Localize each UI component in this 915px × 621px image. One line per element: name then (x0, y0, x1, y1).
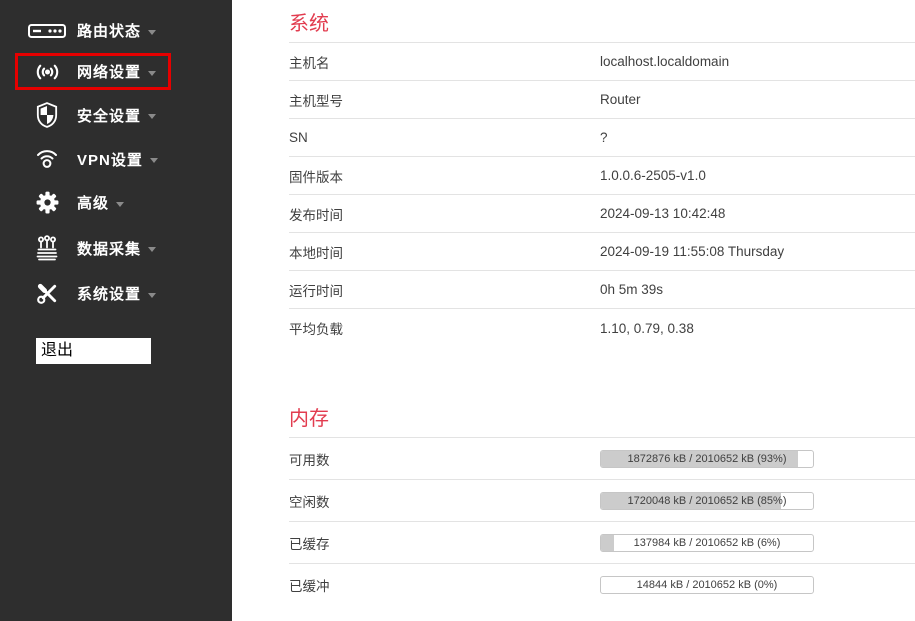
chevron-down-icon (148, 114, 156, 119)
logout-button[interactable]: 退出 (36, 338, 151, 364)
progressbar-text: 137984 kB / 2010652 kB (6%) (601, 535, 813, 551)
sidebar-item-label: VPN设置 (77, 149, 143, 170)
row-value: ? (600, 130, 608, 145)
memory-cached-progressbar: 137984 kB / 2010652 kB (6%) (600, 534, 814, 552)
table-row: 已缓存 137984 kB / 2010652 kB (6%) (289, 522, 915, 564)
system-section: 系统 主机名 localhost.localdomain 主机型号 Router… (289, 12, 915, 347)
progressbar-text: 1720048 kB / 2010652 kB (85%) (601, 493, 813, 509)
table-row: 运行时间 0h 5m 39s (289, 271, 915, 309)
row-label: 平均负载 (289, 318, 600, 338)
table-row: 空闲数 1720048 kB / 2010652 kB (85%) (289, 480, 915, 522)
table-row: SN ? (289, 119, 915, 157)
table-row: 固件版本 1.0.0.6-2505-v1.0 (289, 157, 915, 195)
table-row: 发布时间 2024-09-13 10:42:48 (289, 195, 915, 233)
sidebar-item-security-settings[interactable]: 安全设置 (15, 94, 171, 136)
table-row: 平均负载 1.10, 0.79, 0.38 (289, 309, 915, 347)
table-row: 本地时间 2024-09-19 11:55:08 Thursday (289, 233, 915, 271)
sidebar-item-advanced[interactable]: 高级 (15, 182, 139, 223)
sidebar-item-label: 安全设置 (77, 105, 141, 126)
sidebar-item-data-collection[interactable]: 数据采集 (15, 227, 171, 269)
sidebar-item-network-settings[interactable]: 网络设置 (15, 53, 171, 90)
section-title-memory: 内存 (289, 407, 915, 438)
sidebar-item-router-status[interactable]: 路由状态 (15, 12, 171, 49)
sidebar-item-vpn-settings[interactable]: VPN设置 (15, 140, 173, 178)
row-value: localhost.localdomain (600, 54, 729, 69)
chevron-down-icon (148, 293, 156, 298)
sidebar-item-label: 系统设置 (77, 283, 141, 304)
progressbar-text: 1872876 kB / 2010652 kB (93%) (601, 451, 813, 467)
row-label: 发布时间 (289, 204, 600, 224)
gear-icon (27, 190, 67, 215)
tools-icon (27, 281, 67, 306)
row-label: 主机名 (289, 52, 600, 72)
sidebar-item-label: 数据采集 (77, 238, 141, 259)
router-status-icon (27, 24, 67, 38)
sidebar-item-label: 网络设置 (77, 61, 141, 82)
row-label: 可用数 (289, 449, 600, 469)
chevron-down-icon (148, 247, 156, 252)
table-row: 主机名 localhost.localdomain (289, 43, 915, 81)
row-value: Router (600, 92, 641, 107)
row-label: SN (289, 130, 600, 145)
table-row: 可用数 1872876 kB / 2010652 kB (93%) (289, 438, 915, 480)
progressbar-text: 14844 kB / 2010652 kB (0%) (601, 577, 813, 593)
chevron-down-icon (148, 71, 156, 76)
sidebar-item-label: 路由状态 (77, 20, 141, 41)
memory-buffered-progressbar: 14844 kB / 2010652 kB (0%) (600, 576, 814, 594)
row-label: 已缓冲 (289, 575, 600, 595)
chevron-down-icon (116, 202, 124, 207)
table-row: 主机型号 Router (289, 81, 915, 119)
row-value: 1.10, 0.79, 0.38 (600, 321, 694, 336)
memory-free-progressbar: 1720048 kB / 2010652 kB (85%) (600, 492, 814, 510)
memory-section: 内存 可用数 1872876 kB / 2010652 kB (93%) 空闲数… (289, 407, 915, 606)
row-value: 2024-09-13 10:42:48 (600, 206, 725, 221)
row-label: 运行时间 (289, 280, 600, 300)
row-value: 1.0.0.6-2505-v1.0 (600, 168, 706, 183)
row-value: 2024-09-19 11:55:08 Thursday (600, 244, 784, 259)
abacus-icon (27, 235, 67, 261)
shield-icon (27, 102, 67, 128)
sidebar-item-label: 高级 (77, 192, 109, 213)
chevron-down-icon (148, 30, 156, 35)
section-title-system: 系统 (289, 12, 915, 43)
row-value: 0h 5m 39s (600, 282, 663, 297)
memory-available-progressbar: 1872876 kB / 2010652 kB (93%) (600, 450, 814, 468)
vpn-signal-icon (27, 148, 67, 170)
chevron-down-icon (150, 158, 158, 163)
sidebar-item-system-settings[interactable]: 系统设置 (15, 273, 171, 314)
row-label: 本地时间 (289, 242, 600, 262)
sidebar: 路由状态 网络设置 安全设置 (0, 0, 232, 621)
wireless-icon (27, 62, 67, 82)
row-label: 固件版本 (289, 166, 600, 186)
row-label: 主机型号 (289, 90, 600, 110)
table-row: 已缓冲 14844 kB / 2010652 kB (0%) (289, 564, 915, 606)
main-content: 系统 主机名 localhost.localdomain 主机型号 Router… (232, 0, 915, 621)
row-label: 已缓存 (289, 533, 600, 553)
row-label: 空闲数 (289, 491, 600, 511)
